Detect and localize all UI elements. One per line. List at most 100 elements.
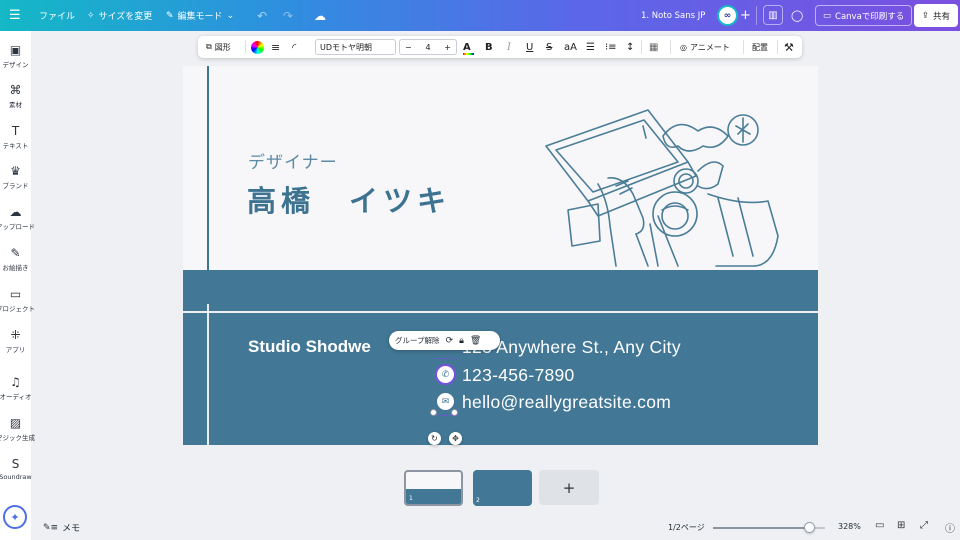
sidebar-item-label: アップロード <box>0 223 35 231</box>
top-bar: ☰ ファイル ✧ サイズを変更 ✎ 編集モード ⌄ ↶ ↷ ☁ 1. Noto … <box>0 0 960 31</box>
sidebar-item-text[interactable]: T テキスト <box>0 124 31 150</box>
move-icon[interactable]: ✥ <box>449 432 462 445</box>
accent-line-lower <box>207 304 209 445</box>
underline-button[interactable]: U <box>526 36 533 58</box>
sidebar-item-draw[interactable]: ✎ お絵描き <box>0 246 31 272</box>
audio-icon: ♫ <box>10 375 21 389</box>
align-center-icon[interactable]: ☰ <box>586 36 595 58</box>
share-icon: ⇪ <box>921 10 930 21</box>
edit-mode-dropdown[interactable]: ✎ 編集モード ⌄ <box>166 0 234 31</box>
zoom-slider-handle[interactable] <box>804 522 816 533</box>
undo-icon[interactable]: ↶ <box>257 0 267 31</box>
sidebar-item-soundraw[interactable]: S Soundraw <box>0 457 32 481</box>
sidebar-item-projects[interactable]: ▭ プロジェクト <box>0 287 35 313</box>
sidebar-item-brand[interactable]: ♛ ブランド <box>0 164 31 190</box>
fullscreen-icon[interactable]: ⤢ <box>920 520 928 531</box>
font-family-select[interactable]: UDモトヤ明朝 <box>315 39 396 55</box>
transparency-icon[interactable]: ▦ <box>649 36 658 58</box>
role-text[interactable]: デザイナー <box>248 148 338 173</box>
workspace-illustration[interactable] <box>538 106 788 271</box>
shape-button[interactable]: ⧉ 図形 <box>206 36 231 58</box>
print-button[interactable]: ▭ Canvaで印刷する <box>815 5 913 26</box>
strikethrough-button[interactable]: S <box>546 36 552 58</box>
phone-icon[interactable]: ✆ <box>437 366 454 383</box>
notes-button[interactable]: ✎≡ メモ <box>43 521 80 535</box>
add-collaborator-icon[interactable]: + <box>740 0 751 31</box>
increase-size-button[interactable]: + <box>444 43 451 52</box>
rotate-icon[interactable]: ↻ <box>428 432 441 445</box>
file-menu[interactable]: ファイル <box>39 0 75 31</box>
letter-case-button[interactable]: aA <box>564 36 577 58</box>
font-size-stepper[interactable]: − 4 + <box>399 39 457 55</box>
zoom-value[interactable]: 328% <box>838 522 861 531</box>
magic-assistant-button[interactable]: ✦ <box>3 505 27 529</box>
corner-rounding-icon[interactable]: ◜ <box>292 36 296 58</box>
animate-icon: ◎ <box>680 42 687 52</box>
resize-button[interactable]: ✧ サイズを変更 <box>87 0 152 31</box>
mail-icon[interactable]: ✉ <box>437 393 454 410</box>
sidebar-item-upload[interactable]: ☁ アップロード <box>0 205 35 231</box>
design-icon: ▣ <box>9 43 22 57</box>
avatar[interactable]: ∞ <box>717 5 738 26</box>
share-button[interactable]: ⇪ 共有 <box>914 4 958 27</box>
header-band <box>183 270 818 311</box>
text-icon: T <box>11 124 20 138</box>
design-canvas[interactable]: デザイナー 高橋 イツキ Studio Shodwe 123 Anywhere … <box>183 66 818 445</box>
decrease-size-button[interactable]: − <box>405 43 412 52</box>
border-style-icon[interactable]: ≡ <box>271 36 280 58</box>
sidebar-item-label: ブランド <box>2 182 29 190</box>
sidebar-item-apps[interactable]: ⁜ アプリ <box>0 328 31 354</box>
divider <box>756 6 757 25</box>
ungroup-button[interactable]: グループ解除 <box>395 335 440 346</box>
trash-icon[interactable]: 🗑︎ <box>470 336 481 346</box>
name-text[interactable]: 高橋 イツキ <box>247 178 451 220</box>
format-painter-icon[interactable]: ⚒ <box>784 36 794 58</box>
bold-button[interactable]: B <box>485 36 493 58</box>
bullet-list-icon[interactable]: ⁝≡ <box>605 36 617 58</box>
notes-icon: ✎≡ <box>43 522 59 533</box>
position-button[interactable]: 配置 <box>752 36 768 58</box>
color-picker[interactable] <box>251 36 264 58</box>
soundraw-icon: S <box>11 457 20 471</box>
edit-mode-label: 編集モード <box>177 12 223 22</box>
sidebar-item-magic-gen[interactable]: ▨ マジック生成 <box>0 416 35 442</box>
page-view-icon[interactable]: ▭ <box>875 520 884 531</box>
page-thumbnail-1[interactable]: 1 <box>404 470 463 506</box>
sidebar-item-audio[interactable]: ♫ オーディオ <box>0 375 32 401</box>
divider <box>641 40 642 54</box>
comment-icon[interactable]: ◯ <box>791 0 803 31</box>
studio-name-text[interactable]: Studio Shodwe <box>248 337 371 357</box>
email-text[interactable]: hello@reallygreatsite.com <box>462 392 671 413</box>
insights-icon[interactable]: ▥ <box>763 5 783 25</box>
font-size-value[interactable]: 4 <box>425 43 430 52</box>
italic-button[interactable]: I <box>507 36 511 58</box>
sidebar-item-label: マジック生成 <box>0 434 35 442</box>
lock-icon[interactable]: 🔒︎ <box>459 336 464 346</box>
animate-button[interactable]: ◎ アニメート <box>680 36 730 58</box>
sidebar-item-elements[interactable]: ⌘ 素材 <box>0 83 31 109</box>
page-thumbnail-2[interactable]: 2 <box>473 470 532 506</box>
chevron-down-icon: ⌄ <box>226 10 235 21</box>
page-indicator[interactable]: 1/2ページ <box>668 522 705 533</box>
text-color-button[interactable]: A <box>463 36 474 58</box>
add-page-button[interactable]: + <box>539 470 599 505</box>
document-title[interactable]: 1. Noto Sans JP <box>641 0 705 31</box>
magic-gen-icon: ▨ <box>9 416 22 430</box>
resize-handle[interactable] <box>451 409 458 416</box>
help-icon[interactable]: ⓘ <box>945 520 955 535</box>
sidebar-item-label: お絵描き <box>2 264 29 272</box>
resize-handle[interactable] <box>430 409 437 416</box>
print-label: Canvaで印刷する <box>835 11 905 22</box>
sidebar-item-design[interactable]: ▣ デザイン <box>0 43 31 69</box>
divider <box>670 40 671 54</box>
left-sidebar: ▣ デザイン ⌘ 素材 T テキスト ♛ ブランド ☁ アップロード ✎ お絵描き ▭ プロジェクト ⁜ アプ… <box>0 31 35 540</box>
menu-icon[interactable]: ☰ <box>9 0 21 31</box>
grid-view-icon[interactable]: ⊞ <box>897 520 905 531</box>
redo-icon[interactable]: ↷ <box>283 0 293 31</box>
phone-text[interactable]: 123-456-7890 <box>462 365 575 386</box>
line-spacing-icon[interactable]: ↕ <box>626 36 634 58</box>
page-number: 1 <box>409 495 413 502</box>
sidebar-item-label: プロジェクト <box>0 305 35 313</box>
cloud-save-icon[interactable]: ☁ <box>314 0 326 31</box>
refresh-icon[interactable]: ⟳ <box>446 336 454 346</box>
